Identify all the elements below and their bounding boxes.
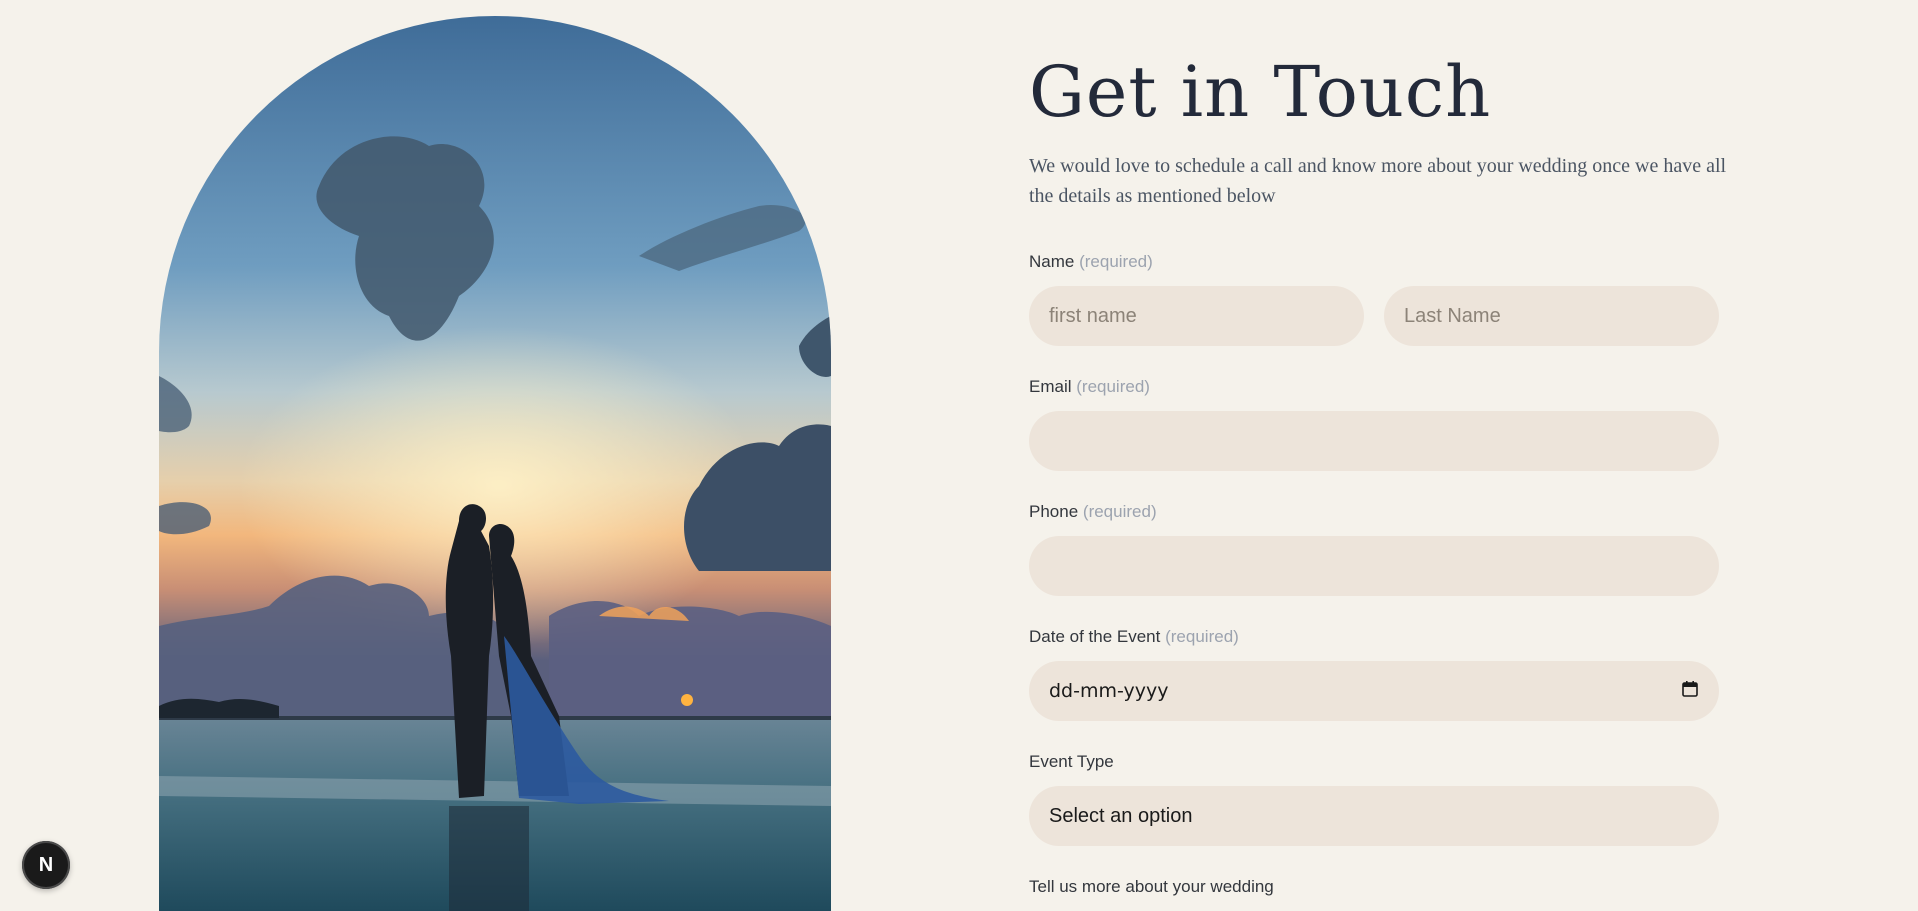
nextjs-letter: N xyxy=(38,853,54,876)
page-title: Get in Touch xyxy=(1029,51,1492,133)
email-label: Email (required) xyxy=(1029,377,1150,396)
calendar-icon[interactable] xyxy=(1681,680,1699,703)
page-subtitle: We would love to schedule a call and kno… xyxy=(1029,155,1727,207)
event-type-label: Event Type xyxy=(1029,752,1114,771)
date-value: dd-mm-yyyy xyxy=(1049,680,1169,702)
last-name-input[interactable] xyxy=(1384,286,1719,346)
required-indicator: (required) xyxy=(1165,627,1239,646)
phone-label: Phone (required) xyxy=(1029,502,1157,521)
first-name-input[interactable] xyxy=(1029,286,1364,346)
phone-input[interactable] xyxy=(1029,536,1719,596)
required-indicator: (required) xyxy=(1076,377,1150,396)
required-indicator: (required) xyxy=(1082,502,1157,521)
email-input[interactable] xyxy=(1029,411,1719,471)
wedding-details-label: Tell us more about your wedding xyxy=(1029,877,1274,896)
event-type-value: Select an option xyxy=(1049,804,1193,827)
event-type-select[interactable]: Select an option xyxy=(1029,786,1719,846)
date-label: Date of the Event (required) xyxy=(1029,627,1239,646)
event-date-input[interactable]: dd-mm-yyyy xyxy=(1029,661,1719,721)
name-label: Name (required) xyxy=(1029,252,1153,271)
required-indicator: (required) xyxy=(1079,252,1153,271)
nextjs-badge[interactable]: N xyxy=(22,841,70,889)
wedding-photo xyxy=(159,16,831,911)
